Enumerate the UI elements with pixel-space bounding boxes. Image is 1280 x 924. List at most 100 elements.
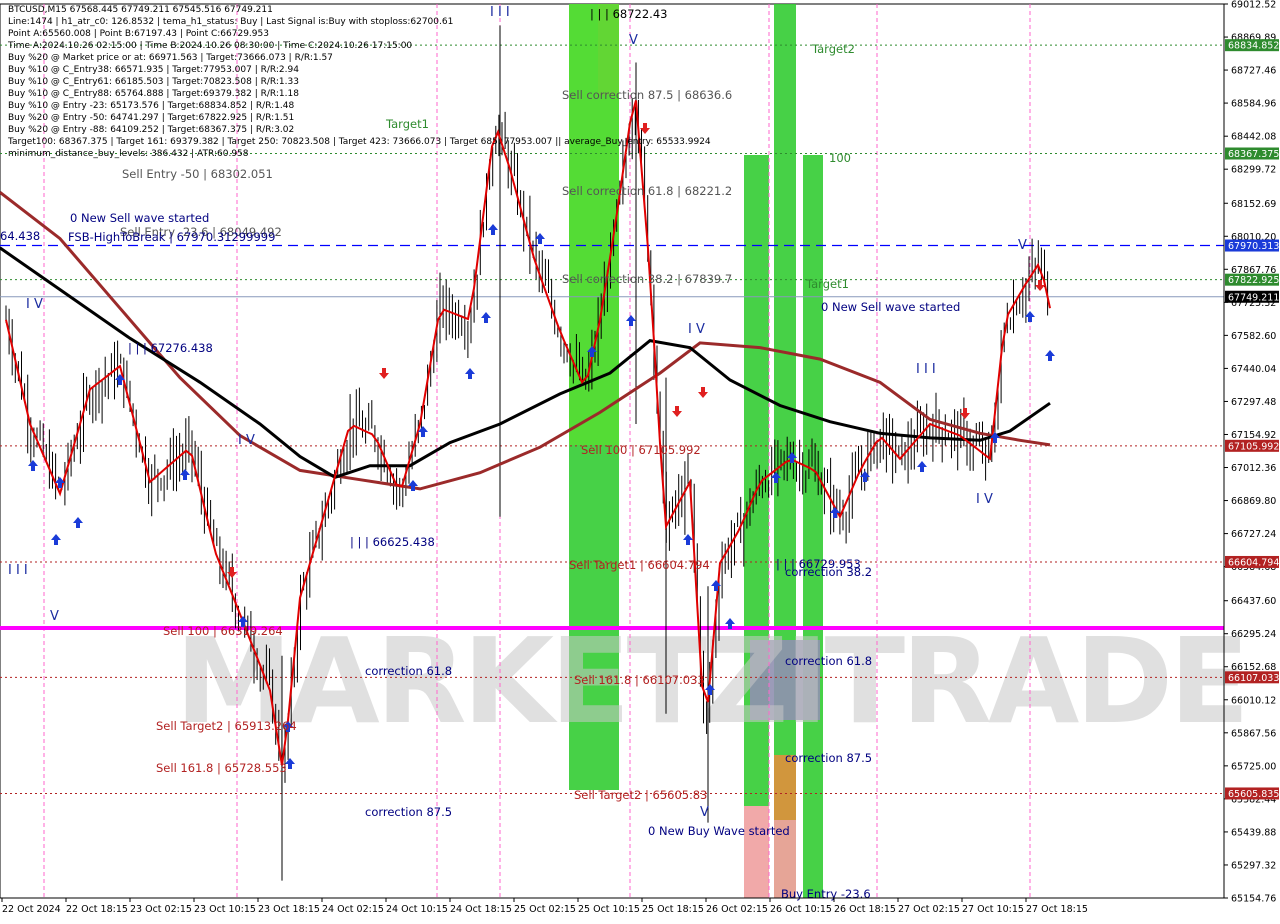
chart-annotation: | | | 67276.438	[128, 341, 213, 355]
y-tick-label: 65154.76	[1231, 894, 1276, 905]
wave-label: I V	[26, 297, 43, 312]
header-info-line: BTCUSD,M15 67568.445 67749.211 67545.516…	[8, 5, 273, 15]
wave-label: I I I	[490, 5, 510, 20]
y-tick-label: 65439.88	[1231, 827, 1276, 838]
x-tick-label: 24 Oct 02:15	[322, 904, 384, 915]
chart-annotation: 100	[829, 151, 851, 165]
chart-annotation: correction 87.5	[365, 805, 452, 819]
header-info-line: Buy %20 @ Entry -50: 64741.297 | Target:…	[8, 113, 294, 123]
wave-label: I V	[688, 322, 705, 337]
x-tick-label: 27 Oct 02:15	[898, 904, 960, 915]
x-tick-label: 24 Oct 18:15	[450, 904, 512, 915]
y-tick-label: 65867.56	[1231, 728, 1276, 739]
chart-annotation: correction 61.8	[365, 664, 452, 678]
wave-label: V	[50, 609, 59, 624]
chart-annotation: Sell Target1 | 66604.794	[569, 558, 710, 572]
y-tick-label: 66437.60	[1231, 596, 1276, 607]
y-tick-label: 69012.52	[1231, 0, 1276, 11]
chart-annotation: correction 38.2	[785, 565, 872, 579]
x-tick-label: 22 Oct 2024	[2, 904, 61, 915]
header-info-line: Line:1474 | h1_atr_c0: 126.8532 | tema_h…	[8, 17, 453, 27]
header-info-line: Buy %20 @ Entry -88: 64109.252 | Target:…	[8, 125, 294, 135]
price-level-tag-label: 66107.033	[1228, 673, 1279, 684]
chart-annotation: Buy Entry -23.6	[781, 887, 871, 901]
chart-annotation: 0 New Sell wave started	[821, 300, 960, 314]
y-tick-label: 67440.04	[1231, 364, 1276, 375]
header-info-line: Time A:2024.10.26 02:15:00 | Time B:2024…	[7, 41, 412, 51]
chart-annotation: 0 New Sell wave started	[70, 211, 209, 225]
header-info-line: Buy %20 @ Market price or at: 66971.563 …	[8, 53, 333, 63]
x-tick-label: 24 Oct 10:15	[386, 904, 448, 915]
x-tick-label: 26 Oct 10:15	[770, 904, 832, 915]
y-tick-label: 67297.48	[1231, 397, 1276, 408]
x-tick-label: 22 Oct 18:15	[66, 904, 128, 915]
chart-annotation: FSB-HighToBreak | 67970.31299999	[68, 230, 275, 244]
x-tick-label: 25 Oct 18:15	[642, 904, 704, 915]
y-tick-label: 66010.12	[1231, 695, 1276, 706]
chart-annotation: Sell Target2 | 65605.83	[574, 788, 707, 802]
chart-annotation: Sell 161.8 | 66107.033	[574, 673, 705, 687]
price-level-tag-label: 66604.794	[1228, 557, 1279, 568]
wave-label: V	[629, 33, 638, 48]
chart-annotation: Target1	[385, 117, 429, 131]
zone-bar	[803, 155, 823, 898]
y-tick-label: 67012.36	[1231, 463, 1276, 474]
wave-label: V	[1018, 238, 1027, 253]
y-tick-label: 65297.32	[1231, 860, 1276, 871]
chart-annotation: Sell Target2 | 65913.264	[156, 719, 297, 733]
zone-bar	[744, 806, 769, 898]
y-tick-label: 68152.69	[1231, 199, 1276, 210]
x-tick-label: 25 Oct 02:15	[514, 904, 576, 915]
chart-annotation: | | | 66625.438	[350, 535, 435, 549]
wave-label: I I I	[8, 563, 28, 578]
y-tick-label: 67582.60	[1231, 331, 1276, 342]
price-level-tag-label: 67105.992	[1228, 441, 1279, 452]
price-level-tag-label: 67749.211	[1228, 292, 1279, 303]
x-tick-label: 26 Oct 02:15	[706, 904, 768, 915]
chart-annotation: correction 87.5	[785, 751, 872, 765]
header-info-line: minimum_distance_buy_levels: 386.432 | A…	[8, 149, 249, 159]
chart-annotation: Sell 100 | 66319.264	[163, 624, 283, 638]
price-level-tag-label: 67822.925	[1228, 275, 1279, 286]
header-info-line: Buy %10 @ C_Entry38: 66571.935 | Target:…	[8, 65, 299, 75]
y-tick-label: 66295.24	[1231, 629, 1276, 640]
wave-label: I I I	[916, 362, 936, 377]
y-tick-label: 68727.46	[1231, 66, 1276, 77]
chart-window: MARKETZITRADE Target2 Target1 100 Target1 Se…	[0, 0, 1280, 920]
x-tick-label: 25 Oct 10:15	[578, 904, 640, 915]
header-info-line: Buy %10 @ C_Entry88: 65764.888 | Target:…	[8, 89, 299, 99]
chart-annotation: Sell Entry -50 | 68302.051	[122, 167, 273, 181]
y-tick-label: 66727.24	[1231, 529, 1276, 540]
x-tick-label: 27 Oct 10:15	[962, 904, 1024, 915]
y-tick-label: 66869.80	[1231, 496, 1276, 507]
header-info-line: Buy %10 @ C_Entry61: 66185.503 | Target:…	[8, 77, 299, 87]
price-level-tag-label: 68834.852	[1228, 41, 1279, 52]
header-info-line: Target100: 68367.375 | Target 161: 69379…	[7, 137, 711, 147]
price-level-tag-label: 67970.313	[1228, 241, 1279, 252]
header-info-line: Buy %10 @ Entry -23: 65173.576 | Target:…	[8, 101, 295, 111]
chart-annotation: Sell correction 87.5 | 68636.6	[562, 88, 732, 102]
chart-annotation: 0 New Buy Wave started	[648, 824, 790, 838]
y-tick-label: 68299.72	[1231, 165, 1276, 176]
chart-annotation: 64.438	[0, 229, 40, 243]
header-info-line: Point A:65560.008 | Point B:67197.43 | P…	[8, 29, 269, 39]
price-chart: MARKETZITRADE Target2Target1100Target1Se…	[0, 0, 1280, 920]
y-tick-label: 67154.92	[1231, 430, 1276, 441]
y-tick-label: 68584.96	[1231, 99, 1276, 110]
chart-annotation: Sell 100 | 67105.992	[581, 443, 701, 457]
chart-annotation: Sell 161.8 | 65728.553	[156, 761, 287, 775]
chart-annotation: Target2	[811, 42, 855, 56]
chart-annotation: correction 61.8	[785, 654, 872, 668]
y-tick-label: 65725.00	[1231, 761, 1276, 772]
wave-label: V	[700, 805, 709, 820]
x-tick-label: 23 Oct 18:15	[258, 904, 320, 915]
chart-annotation: | | | 68722.43	[590, 7, 667, 21]
x-tick-label: 23 Oct 02:15	[130, 904, 192, 915]
x-tick-label: 26 Oct 18:15	[834, 904, 896, 915]
x-tick-label: 23 Oct 10:15	[194, 904, 256, 915]
chart-annotation: Sell correction 38.2 | 67839.7	[562, 272, 732, 286]
wave-label: I V	[976, 492, 993, 507]
price-level-tag-label: 65605.835	[1228, 789, 1279, 800]
y-tick-label: 68442.08	[1231, 132, 1276, 143]
price-level-tag-label: 68367.375	[1228, 149, 1279, 160]
